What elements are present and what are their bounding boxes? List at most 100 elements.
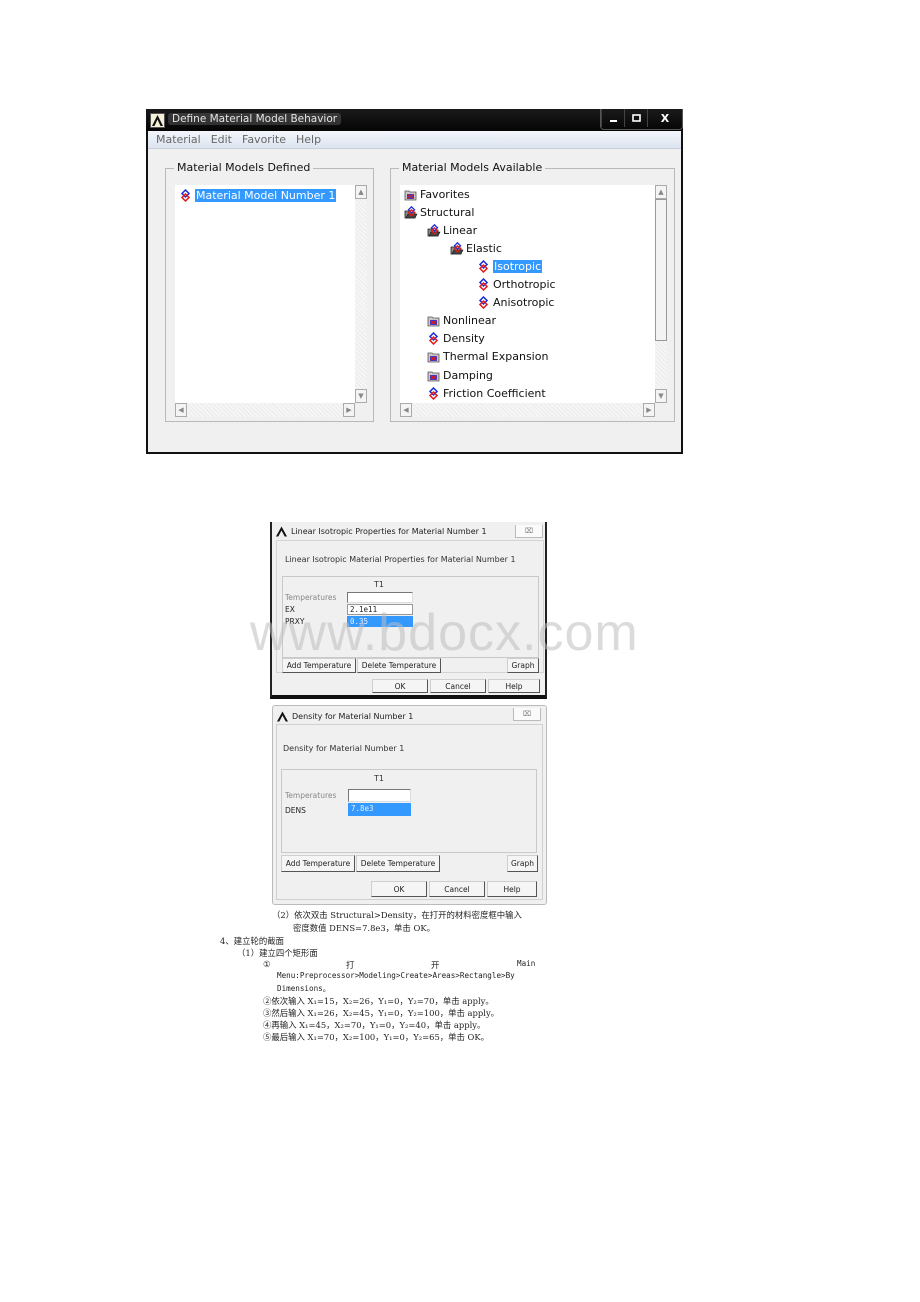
- tree-item-damping[interactable]: Damping: [427, 367, 493, 383]
- tree-item-linear[interactable]: Linear: [427, 222, 477, 238]
- add-temperature-button[interactable]: Add Temperature: [282, 658, 356, 673]
- graph-button[interactable]: Graph: [507, 855, 538, 872]
- close-icon: X: [660, 111, 670, 125]
- scroll-right-button[interactable]: ▶: [343, 403, 355, 417]
- ex-value-cell[interactable]: 2.1e11: [347, 604, 413, 615]
- row-label-temperatures: Temperatures: [285, 593, 337, 602]
- tree-item-label: Friction Coefficient: [443, 386, 546, 400]
- horizontal-scrollbar[interactable]: ◀ ▶: [400, 403, 655, 417]
- title-bar[interactable]: Define Material Model Behavior X: [146, 109, 683, 131]
- tree-item-label: Isotropic: [493, 259, 543, 273]
- tree-item-elastic[interactable]: Elastic: [450, 240, 502, 256]
- property-table: T1 Temperatures DENS 7.8e3: [281, 769, 537, 853]
- scroll-down-button[interactable]: ▼: [355, 389, 367, 403]
- prxy-value-cell[interactable]: 0.35: [347, 616, 413, 627]
- vertical-scrollbar[interactable]: ▲ ▼: [655, 185, 667, 403]
- section-4-heading: 4、建立轮的截面: [220, 936, 284, 946]
- tree-item-nonlinear[interactable]: Nonlinear: [427, 313, 496, 329]
- tree-item-structural[interactable]: Structural: [404, 204, 474, 220]
- folder-open-icon: [450, 241, 464, 255]
- scroll-down-button[interactable]: ▼: [655, 389, 667, 403]
- minimize-button[interactable]: [601, 109, 624, 127]
- cancel-button[interactable]: Cancel: [430, 679, 486, 693]
- ansys-logo-icon: [276, 526, 287, 537]
- available-models-tree[interactable]: Favorites Structural Linear Elastic Isotropi…: [400, 185, 655, 403]
- graph-button[interactable]: Graph: [507, 658, 539, 673]
- ok-button[interactable]: OK: [371, 881, 427, 897]
- defined-models-list[interactable]: Material Model Number 1: [175, 185, 355, 403]
- add-temperature-button[interactable]: Add Temperature: [281, 855, 355, 872]
- tree-item-density[interactable]: Density: [427, 331, 485, 347]
- list-item[interactable]: Material Model Number 1: [179, 187, 337, 203]
- tree-item-friction-coefficient[interactable]: Friction Coefficient: [427, 385, 546, 401]
- item-1-word-1: 打: [346, 960, 355, 970]
- item-1-menu-path: Menu:Preprocessor>Modeling>Create>Areas>…: [277, 971, 515, 980]
- scroll-up-button[interactable]: ▲: [655, 185, 667, 199]
- scroll-right-button[interactable]: ▶: [643, 403, 655, 417]
- step-2-line-2: 密度数值 DENS=7.8e3，单击 OK。: [293, 923, 435, 933]
- tree-item-thermal-expansion[interactable]: Thermal Expansion: [427, 349, 548, 365]
- dialog-close-button[interactable]: ⌧: [513, 708, 541, 721]
- tree-item-orthotropic[interactable]: Orthotropic: [477, 277, 556, 293]
- close-button[interactable]: X: [647, 109, 682, 127]
- tree-item-label: Nonlinear: [443, 314, 497, 328]
- tree-item-label: Favorites: [420, 187, 470, 201]
- dialog-heading: Linear Isotropic Material Properties for…: [285, 555, 516, 564]
- menu-edit[interactable]: Edit: [211, 133, 232, 146]
- delete-temperature-button[interactable]: Delete Temperature: [357, 658, 441, 673]
- menu-material[interactable]: Material: [156, 133, 201, 146]
- tree-item-isotropic[interactable]: Isotropic: [477, 258, 543, 274]
- item-1-prefix: ①: [263, 959, 271, 969]
- scroll-left-button[interactable]: ◀: [175, 403, 187, 417]
- cancel-button[interactable]: Cancel: [429, 881, 485, 897]
- delete-temperature-button[interactable]: Delete Temperature: [356, 855, 440, 872]
- dialog-close-button[interactable]: ⌧: [515, 525, 543, 538]
- column-header-t1: T1: [374, 580, 384, 589]
- tree-item-favorites[interactable]: Favorites: [404, 186, 470, 202]
- material-model-icon: [477, 296, 490, 310]
- list-item-label: Material Model Number 1: [195, 188, 337, 202]
- material-model-icon: [427, 386, 440, 400]
- material-model-icon: [477, 259, 490, 273]
- item-4: ④再输入 X₁=45，X₂=70，Y₁=0，Y₂=40，单击 apply。: [263, 1020, 486, 1030]
- temperature-cell[interactable]: [347, 592, 413, 603]
- scroll-left-button[interactable]: ◀: [400, 403, 412, 417]
- close-icon: ⌧: [522, 710, 532, 718]
- tree-item-label: Elastic: [466, 241, 502, 255]
- menu-help[interactable]: Help: [296, 133, 321, 146]
- dens-value-cell[interactable]: 7.8e3: [348, 803, 411, 816]
- item-1-word-3: Main: [517, 959, 536, 968]
- help-button[interactable]: Help: [487, 881, 537, 897]
- material-models-available-group: Material Models Available Favorites Struc…: [390, 161, 675, 422]
- item-2: ②依次输入 X₁=15，X₂=26，Y₁=0，Y₂=70，单击 apply。: [263, 996, 494, 1006]
- minimize-icon: [609, 119, 617, 122]
- temperature-cell[interactable]: [348, 789, 411, 802]
- ansys-logo-icon: [277, 711, 288, 722]
- folder-closed-icon: [404, 188, 417, 201]
- tree-item-anisotropic[interactable]: Anisotropic: [477, 295, 554, 311]
- window-title: Define Material Model Behavior: [168, 113, 342, 125]
- material-model-icon: [477, 277, 490, 292]
- row-label-temperatures: Temperatures: [285, 791, 337, 800]
- scroll-up-button[interactable]: ▲: [355, 185, 367, 199]
- subsection-1-heading: （1）建立四个矩形面: [237, 948, 318, 958]
- tree-item-label: Thermal Expansion: [443, 350, 549, 364]
- horizontal-scrollbar[interactable]: ◀ ▶: [175, 403, 355, 417]
- item-3: ③然后输入 X₁=26，X₂=45，Y₁=0，Y₂=100，单击 apply。: [263, 1008, 500, 1018]
- maximize-icon: [631, 113, 641, 122]
- density-dialog: Density for Material Number 1 ⌧ Density …: [272, 705, 547, 905]
- linear-isotropic-dialog: Linear Isotropic Properties for Material…: [270, 522, 547, 699]
- item-1-word-2: 开: [431, 960, 440, 970]
- property-table: T1 Temperatures EX 2.1e11 PRXY 0.35: [282, 576, 539, 658]
- menu-favorite[interactable]: Favorite: [242, 133, 286, 146]
- help-button[interactable]: Help: [488, 679, 540, 693]
- column-header-t1: T1: [374, 774, 384, 783]
- tree-item-label: Damping: [443, 368, 493, 382]
- vertical-scrollbar[interactable]: ▲ ▼: [355, 185, 367, 403]
- scroll-thumb[interactable]: [655, 199, 667, 341]
- ok-button[interactable]: OK: [372, 679, 428, 693]
- maximize-button[interactable]: [624, 109, 647, 127]
- dialog-heading: Density for Material Number 1: [283, 744, 405, 753]
- ansys-logo-icon: [150, 113, 165, 128]
- folder-open-icon: [427, 223, 441, 237]
